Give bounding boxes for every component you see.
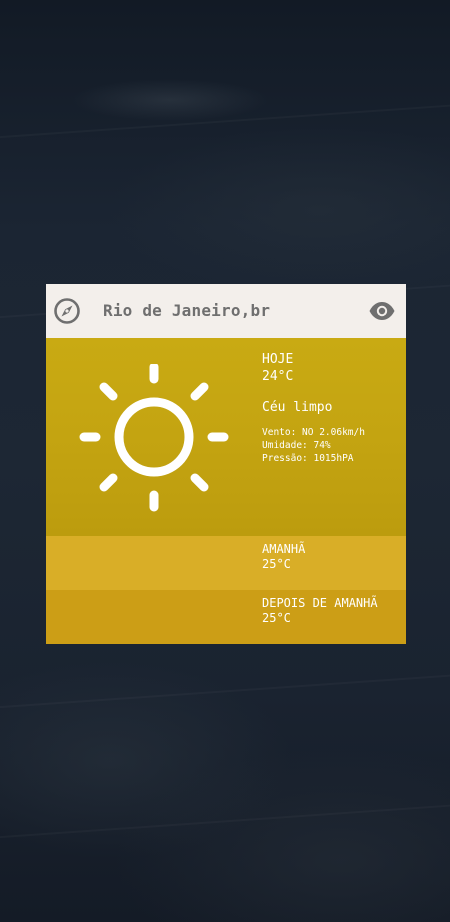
- forecast-temperature: 25°C: [262, 557, 291, 571]
- location-name[interactable]: Rio de Janeiro,br: [103, 301, 270, 320]
- forecast-day-after-info: DEPOIS DE AMANHÃ 25°C: [262, 596, 378, 626]
- forecast-temperature: 25°C: [262, 611, 291, 625]
- forecast-day-after[interactable]: DEPOIS DE AMANHÃ 25°C: [46, 590, 406, 644]
- wind-text: Vento: NO 2.06km/h: [262, 427, 365, 438]
- today-info: HOJE 24°C Céu limpo Vento: NO 2.06km/h U…: [262, 352, 365, 465]
- eye-icon[interactable]: [368, 301, 396, 321]
- today-temperature: 24°C: [262, 369, 294, 384]
- pressure-text: Pressão: 1015hPA: [262, 453, 354, 464]
- weather-widget: Rio de Janeiro,br HOJE 24°C Céu limpo Ve…: [46, 284, 406, 644]
- compass-icon[interactable]: [53, 297, 81, 325]
- widget-header: Rio de Janeiro,br: [46, 284, 406, 338]
- forecast-tomorrow-info: AMANHÃ 25°C: [262, 542, 305, 572]
- today-panel: HOJE 24°C Céu limpo Vento: NO 2.06km/h U…: [46, 338, 406, 536]
- sun-icon: [78, 362, 230, 512]
- today-condition: Céu limpo: [262, 400, 333, 415]
- forecast-label: AMANHÃ: [262, 542, 306, 556]
- forecast-label: DEPOIS DE AMANHÃ: [262, 596, 378, 610]
- forecast-tomorrow[interactable]: AMANHÃ 25°C: [46, 536, 406, 590]
- today-details: Vento: NO 2.06km/h Umidade: 74% Pressão:…: [262, 426, 365, 465]
- today-label: HOJE: [262, 352, 294, 367]
- humidity-text: Umidade: 74%: [262, 440, 331, 451]
